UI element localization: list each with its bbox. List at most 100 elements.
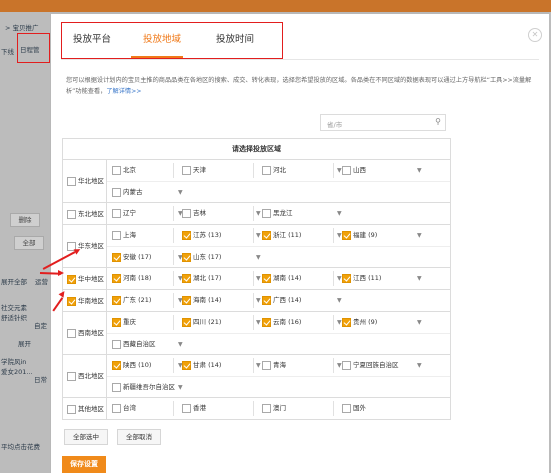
province-checkbox[interactable]: 内蒙古	[112, 187, 143, 198]
checkbox-box[interactable]	[262, 404, 271, 413]
chevron-down-icon[interactable]: ▼	[256, 297, 261, 304]
chevron-down-icon[interactable]: ▼	[337, 167, 342, 174]
province-checkbox[interactable]: 甘肃 (14)	[182, 360, 221, 371]
checkbox-box[interactable]	[112, 361, 121, 370]
region-checkbox[interactable]: 华南地区	[67, 296, 104, 306]
checkbox-box[interactable]	[112, 318, 121, 327]
chevron-down-icon[interactable]: ▼	[256, 319, 261, 326]
checkbox-box[interactable]	[112, 166, 121, 175]
province-checkbox[interactable]: 河北	[262, 165, 286, 176]
close-icon[interactable]: ✕	[528, 28, 542, 42]
chevron-down-icon[interactable]: ▼	[417, 232, 422, 239]
province-checkbox[interactable]: 河南 (18)	[112, 273, 151, 284]
checkbox-box[interactable]	[112, 209, 121, 218]
province-checkbox[interactable]: 澳门	[262, 403, 286, 414]
province-checkbox[interactable]: 福建 (9)	[342, 230, 377, 241]
region-checkbox[interactable]: 东北地区	[67, 209, 104, 219]
bg-expand[interactable]: 展开	[18, 338, 31, 348]
province-checkbox[interactable]: 天津	[182, 165, 206, 176]
checkbox-box[interactable]	[262, 231, 271, 240]
province-checkbox[interactable]: 安徽 (17)	[112, 252, 151, 263]
province-checkbox[interactable]: 浙江 (11)	[262, 230, 301, 241]
province-checkbox[interactable]: 贵州 (9)	[342, 317, 377, 328]
checkbox-box[interactable]	[112, 231, 121, 240]
province-checkbox[interactable]: 上海	[112, 230, 136, 241]
checkbox-box[interactable]	[182, 166, 191, 175]
tab-platform[interactable]: 投放平台	[73, 31, 111, 45]
bg-expand-all[interactable]: 展开全部	[1, 276, 27, 286]
checkbox-box[interactable]	[112, 296, 121, 305]
checkbox-box[interactable]	[342, 231, 351, 240]
checkbox-box[interactable]	[182, 296, 191, 305]
chevron-down-icon[interactable]: ▼	[417, 319, 422, 326]
bg-delete-button[interactable]: 删除	[10, 213, 40, 227]
checkbox-box[interactable]	[112, 383, 121, 392]
province-checkbox[interactable]: 香港	[182, 403, 206, 414]
checkbox-box[interactable]	[67, 209, 76, 219]
province-checkbox[interactable]: 江苏 (13)	[182, 230, 221, 241]
search-icon[interactable]: ⚲	[435, 117, 441, 126]
province-checkbox[interactable]: 国外	[342, 403, 366, 414]
tab-time[interactable]: 投放时间	[216, 31, 254, 45]
checkbox-box[interactable]	[342, 274, 351, 283]
chevron-down-icon[interactable]: ▼	[256, 232, 261, 239]
region-checkbox[interactable]: 西北地区	[67, 371, 104, 381]
checkbox-box[interactable]	[67, 372, 76, 381]
province-checkbox[interactable]: 湖南 (14)	[262, 273, 301, 284]
chevron-down-icon[interactable]: ▼	[178, 384, 183, 391]
checkbox-box[interactable]	[342, 361, 351, 370]
checkbox-box[interactable]	[262, 296, 271, 305]
checkbox-box[interactable]	[262, 166, 271, 175]
chevron-down-icon[interactable]: ▼	[256, 362, 261, 369]
checkbox-box[interactable]	[182, 361, 191, 370]
province-checkbox[interactable]: 云南 (16)	[262, 317, 301, 328]
province-checkbox[interactable]: 山西	[342, 165, 366, 176]
province-checkbox[interactable]: 广东 (21)	[112, 295, 151, 306]
chevron-down-icon[interactable]: ▼	[256, 210, 261, 217]
chevron-down-icon[interactable]: ▼	[256, 254, 261, 261]
bg-all-button[interactable]: 全部	[14, 236, 44, 250]
chevron-down-icon[interactable]: ▼	[337, 297, 342, 304]
checkbox-box[interactable]	[67, 274, 76, 284]
save-settings-button[interactable]: 保存设置	[62, 456, 106, 473]
chevron-down-icon[interactable]: ▼	[178, 189, 183, 196]
checkbox-box[interactable]	[262, 361, 271, 370]
province-checkbox[interactable]: 吉林	[182, 208, 206, 219]
checkbox-box[interactable]	[182, 318, 191, 327]
checkbox-box[interactable]	[262, 209, 271, 218]
chevron-down-icon[interactable]: ▼	[417, 167, 422, 174]
province-checkbox[interactable]: 宁夏回族自治区	[342, 360, 399, 371]
checkbox-box[interactable]	[342, 318, 351, 327]
learn-more-link[interactable]: 了解详情>>	[106, 88, 141, 95]
province-checkbox[interactable]: 青海	[262, 360, 286, 371]
region-checkbox[interactable]: 西南地区	[67, 328, 104, 338]
chevron-down-icon[interactable]: ▼	[337, 210, 342, 217]
province-checkbox[interactable]: 台湾	[112, 403, 136, 414]
checkbox-box[interactable]	[67, 296, 76, 306]
checkbox-box[interactable]	[342, 404, 351, 413]
chevron-down-icon[interactable]: ▼	[417, 362, 422, 369]
province-checkbox[interactable]: 海南 (14)	[182, 295, 221, 306]
checkbox-box[interactable]	[182, 231, 191, 240]
select-all-button[interactable]: 全部选中	[64, 429, 108, 445]
chevron-down-icon[interactable]: ▼	[256, 275, 261, 282]
province-checkbox[interactable]: 北京	[112, 165, 136, 176]
province-checkbox[interactable]: 四川 (21)	[182, 317, 221, 328]
chevron-down-icon[interactable]: ▼	[337, 319, 342, 326]
tab-region[interactable]: 投放地域	[143, 31, 181, 45]
region-checkbox[interactable]: 华中地区	[67, 274, 104, 284]
checkbox-box[interactable]	[182, 274, 191, 283]
chevron-down-icon[interactable]: ▼	[337, 275, 342, 282]
checkbox-box[interactable]	[262, 318, 271, 327]
chevron-down-icon[interactable]: ▼	[417, 275, 422, 282]
checkbox-box[interactable]	[262, 274, 271, 283]
province-checkbox[interactable]: 湖北 (17)	[182, 273, 221, 284]
checkbox-box[interactable]	[182, 209, 191, 218]
chevron-down-icon[interactable]: ▼	[337, 232, 342, 239]
checkbox-box[interactable]	[342, 166, 351, 175]
province-checkbox[interactable]: 重庆	[112, 317, 136, 328]
checkbox-box[interactable]	[182, 253, 191, 262]
checkbox-box[interactable]	[112, 188, 121, 197]
checkbox-box[interactable]	[112, 274, 121, 283]
region-checkbox[interactable]: 其他地区	[67, 404, 104, 414]
